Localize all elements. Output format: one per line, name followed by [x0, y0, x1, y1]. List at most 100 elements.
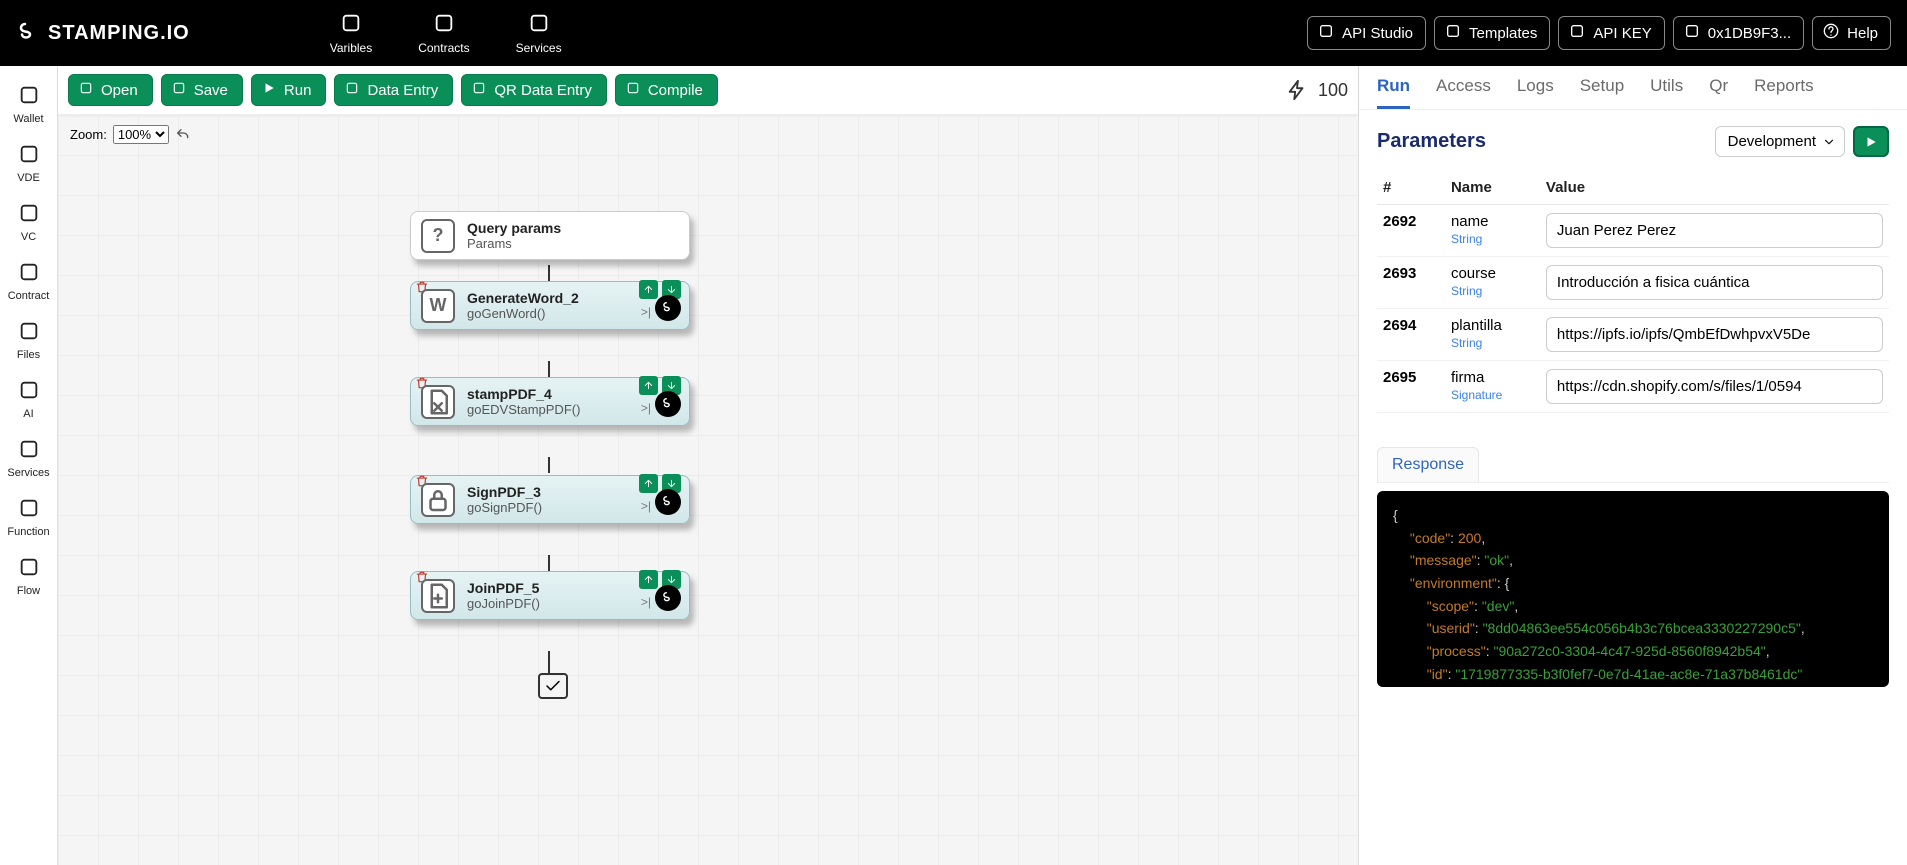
tab-setup[interactable]: Setup: [1580, 76, 1624, 109]
flow-icon: [18, 556, 40, 581]
topnav-contracts[interactable]: Contracts: [418, 12, 469, 55]
brand: STAMPING.IO: [16, 21, 190, 45]
document-icon: [1445, 23, 1461, 43]
form-icon: [345, 81, 359, 99]
rail-files[interactable]: Files: [0, 320, 57, 361]
braces-icon: [626, 81, 640, 99]
param-value-input[interactable]: [1546, 317, 1883, 352]
rail-ai[interactable]: AI: [0, 379, 57, 420]
topnav-services[interactable]: Services: [516, 12, 562, 55]
node-glyph-icon: W: [421, 289, 455, 323]
tab-access[interactable]: Access: [1436, 76, 1491, 109]
button-label: Data Entry: [367, 82, 438, 99]
flow-node-1[interactable]: W GenerateWord_2 goGenWord() >|: [410, 281, 690, 330]
node-glyph-icon: [421, 579, 455, 613]
button-label: Templates: [1469, 25, 1537, 42]
param-row: 2693 courseString: [1377, 257, 1889, 309]
flow-node-4[interactable]: JoinPDF_5 goJoinPDF() >|: [410, 571, 690, 620]
param-name-cell: firmaSignature: [1445, 361, 1540, 413]
node-ports: >|: [641, 305, 651, 319]
canvas-usage: 100: [1286, 79, 1348, 101]
tab-run[interactable]: Run: [1377, 76, 1410, 109]
topnav-varibles[interactable]: Varibles: [330, 12, 372, 55]
param-value-input[interactable]: [1546, 265, 1883, 300]
tab-qr[interactable]: Qr: [1709, 76, 1728, 109]
move-up-button[interactable]: [639, 570, 658, 589]
flow-node-3[interactable]: SignPDF_3 goSignPDF() >|: [410, 475, 690, 524]
zoom-select[interactable]: 100%: [113, 125, 169, 144]
run-parameters-button[interactable]: [1853, 126, 1889, 157]
rail-function[interactable]: Function: [0, 497, 57, 538]
qr-data-entry-button[interactable]: QR Data Entry: [461, 74, 607, 106]
data-entry-button[interactable]: Data Entry: [334, 74, 453, 106]
param-name-cell: plantillaString: [1445, 309, 1540, 361]
param-value-input[interactable]: [1546, 369, 1883, 404]
save-button[interactable]: Save: [161, 74, 243, 106]
zoom-label: Zoom:: [70, 127, 107, 142]
rail-services[interactable]: Services: [0, 438, 57, 479]
topnav-label: Varibles: [330, 41, 372, 55]
button-label: API Studio: [1342, 25, 1413, 42]
undo-icon[interactable]: [175, 127, 191, 143]
response-tab[interactable]: Response: [1377, 447, 1479, 482]
param-num: 2694: [1377, 309, 1445, 361]
node-subtitle: Params: [467, 236, 679, 251]
flow-node-2[interactable]: stampPDF_4 goEDVStampPDF() >|: [410, 377, 690, 426]
node-ports: >|: [641, 401, 651, 415]
top-bar: STAMPING.IO Varibles Contracts Services …: [0, 0, 1907, 66]
top-help-button[interactable]: Help: [1812, 16, 1891, 50]
rail-vde[interactable]: VDE: [0, 143, 57, 184]
settings-icon: [1569, 23, 1585, 43]
top-api-key-button[interactable]: API KEY: [1558, 16, 1664, 50]
rail-wallet[interactable]: Wallet: [0, 84, 57, 125]
flow-node-0[interactable]: ? Query params Params: [410, 211, 690, 260]
open-button[interactable]: Open: [68, 74, 153, 106]
move-up-button[interactable]: [639, 376, 658, 395]
node-glyph-icon: [421, 483, 455, 517]
rail-contract[interactable]: Contract: [0, 261, 57, 302]
tab-reports[interactable]: Reports: [1754, 76, 1814, 109]
canvas-toolbar: Open Save Run Data Entry QR Data Entry C…: [58, 66, 1358, 115]
shapes-icon: [433, 12, 455, 37]
button-label: QR Data Entry: [494, 82, 592, 99]
col-value: Value: [1540, 171, 1889, 205]
param-value-input[interactable]: [1546, 213, 1883, 248]
top-templates-button[interactable]: Templates: [1434, 16, 1550, 50]
rail-vc[interactable]: VC: [0, 202, 57, 243]
param-num: 2692: [1377, 205, 1445, 257]
param-name-cell: courseString: [1445, 257, 1540, 309]
top-api-studio-button[interactable]: API Studio: [1307, 16, 1426, 50]
rail-label: AI: [23, 408, 33, 420]
move-up-button[interactable]: [639, 474, 658, 493]
upload-icon: [79, 81, 93, 99]
top-right-toolbar: API Studio Templates API KEY 0x1DB9F3...…: [1307, 16, 1891, 50]
tab-logs[interactable]: Logs: [1517, 76, 1554, 109]
environment-select[interactable]: Development: [1715, 126, 1845, 157]
top-nav: Varibles Contracts Services: [330, 12, 562, 55]
button-label: Help: [1847, 25, 1878, 42]
stamping-badge-icon: [655, 585, 681, 611]
parameters-table: # Name Value 2692 nameString 2693 course…: [1377, 171, 1889, 413]
rail-label: Flow: [17, 585, 40, 597]
rail-label: Wallet: [13, 113, 43, 125]
node-title: Query params: [467, 220, 679, 236]
brand-icon: [16, 21, 40, 45]
tab-utils[interactable]: Utils: [1650, 76, 1683, 109]
move-up-button[interactable]: [639, 280, 658, 299]
compile-button[interactable]: Compile: [615, 74, 718, 106]
rail-flow[interactable]: Flow: [0, 556, 57, 597]
param-type: String: [1451, 232, 1534, 246]
response-body: { "code": 200, "message": "ok", "environ…: [1377, 491, 1889, 687]
qr-icon: [472, 81, 486, 99]
flow-canvas[interactable]: ? Query params Params W GenerateWord_2 g…: [58, 115, 1358, 865]
node-glyph-icon: ?: [421, 219, 455, 253]
button-label: Save: [194, 82, 228, 99]
top-0x1db9f3--button[interactable]: 0x1DB9F3...: [1673, 16, 1804, 50]
help-icon: [1823, 23, 1839, 43]
button-label: Compile: [648, 82, 703, 99]
play-icon: [262, 81, 276, 99]
chevron-down-icon: [1822, 135, 1836, 149]
run-button[interactable]: Run: [251, 74, 327, 106]
node-ports: >|: [641, 595, 651, 609]
circles-icon: [340, 12, 362, 37]
